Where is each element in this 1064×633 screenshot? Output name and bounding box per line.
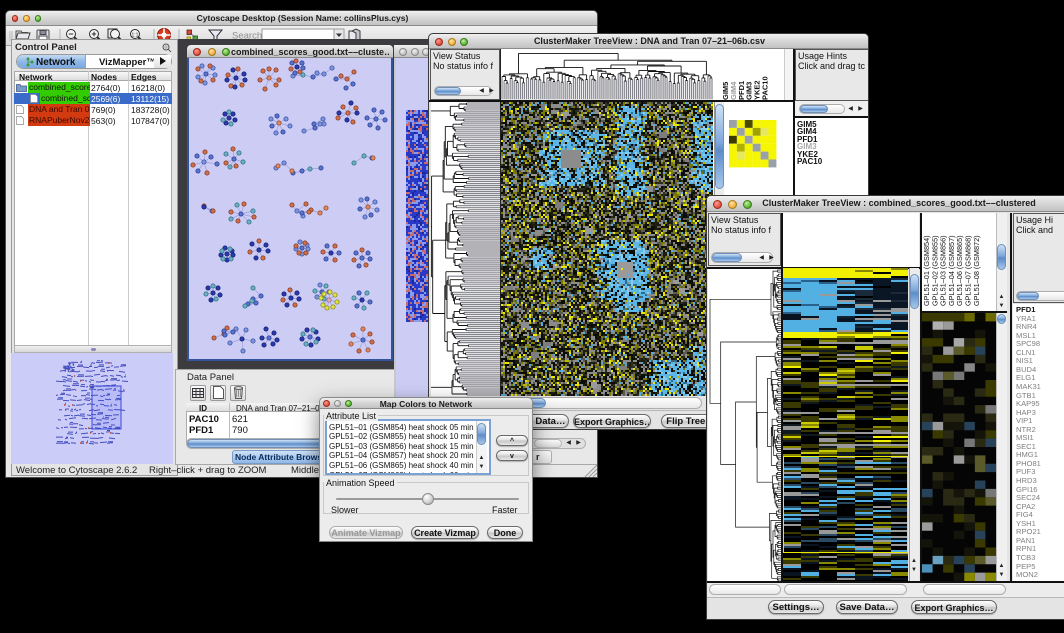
- svg-text:PAC10: PAC10: [761, 76, 770, 100]
- svg-text:GPL51–08 (GSM872): GPL51–08 (GSM872): [972, 235, 981, 306]
- svg-text:1:1: 1:1: [132, 33, 139, 39]
